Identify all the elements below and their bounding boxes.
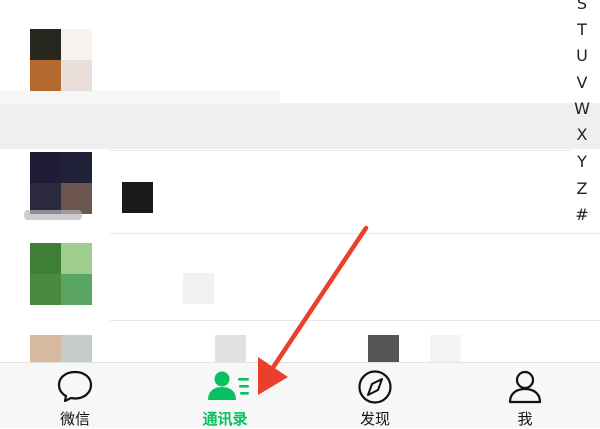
contact-name-redacted: [183, 273, 214, 304]
index-letter[interactable]: V: [570, 73, 594, 92]
compass-icon: [356, 369, 394, 409]
pressed-row-highlight: [0, 103, 600, 149]
avatar: [30, 29, 92, 91]
contact-row[interactable]: [0, 233, 540, 318]
index-letter[interactable]: T: [570, 20, 594, 39]
index-letter[interactable]: X: [570, 125, 594, 144]
tab-label: 我: [517, 410, 533, 428]
pressed-row-highlight-top: [0, 90, 280, 104]
bottom-tab-bar: 微信 通讯录 发现 我: [0, 362, 600, 428]
index-letter[interactable]: #: [570, 205, 594, 224]
contact-name-redacted: [122, 182, 153, 213]
index-letter[interactable]: S: [570, 0, 594, 13]
avatar-shadow: [24, 210, 82, 220]
avatar: [30, 243, 92, 305]
person-icon: [506, 369, 544, 409]
chat-bubble-icon: [56, 369, 94, 407]
tab-label: 通讯录: [202, 410, 248, 428]
index-letter[interactable]: Z: [570, 179, 594, 198]
tab-label: 发现: [359, 410, 390, 428]
tab-contacts[interactable]: 通讯录: [185, 363, 265, 428]
tab-chats[interactable]: 微信: [35, 363, 115, 428]
tab-label: 微信: [59, 410, 90, 428]
avatar: [30, 152, 92, 214]
index-letter[interactable]: U: [570, 46, 594, 65]
contact-row[interactable]: [0, 150, 540, 230]
tab-discover[interactable]: 发现: [335, 363, 415, 428]
contacts-icon: [206, 369, 252, 407]
contact-row[interactable]: [0, 320, 600, 366]
contact-row[interactable]: [0, 20, 540, 92]
index-letter[interactable]: Y: [570, 152, 594, 171]
tab-me[interactable]: 我: [485, 363, 565, 428]
index-letter[interactable]: W: [570, 99, 594, 118]
